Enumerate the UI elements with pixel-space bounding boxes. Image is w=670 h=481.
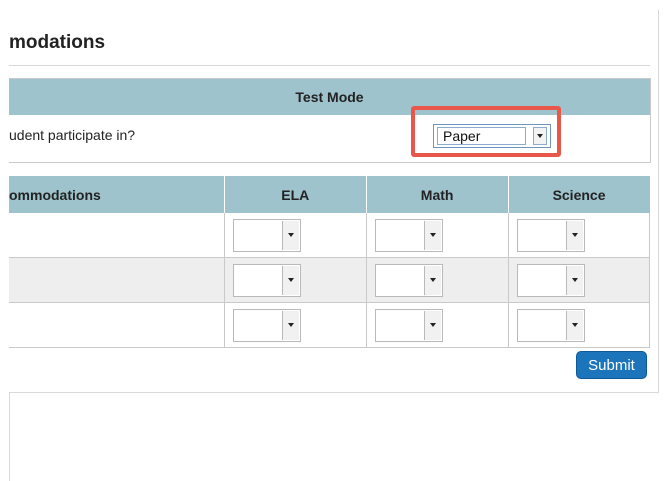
column-header-accommodations: ommodations <box>9 176 225 213</box>
ela-select[interactable] <box>232 218 301 252</box>
accommodations-panel: modations Test Mode udent participate in… <box>9 10 659 393</box>
column-header-science: Science <box>508 176 650 213</box>
science-select[interactable] <box>516 263 585 297</box>
test-mode-select-value: Paper <box>437 127 526 145</box>
ela-select[interactable] <box>232 308 301 342</box>
column-header-math: Math <box>366 176 509 213</box>
column-header-ela: ELA <box>224 176 367 213</box>
submit-button[interactable]: Submit <box>576 351 647 379</box>
row-label <box>9 257 225 303</box>
page-edge <box>9 392 10 481</box>
title-divider <box>9 65 650 66</box>
table-row <box>9 257 651 303</box>
test-mode-select[interactable]: Paper <box>433 124 551 148</box>
chevron-down-icon[interactable] <box>565 220 583 250</box>
accommodations-table: ommodations ELA Math Science <box>9 176 651 348</box>
ela-select[interactable] <box>232 263 301 297</box>
science-select[interactable] <box>516 308 585 342</box>
chevron-down-icon[interactable] <box>423 265 441 295</box>
row-label <box>9 302 225 348</box>
table-row <box>9 302 651 348</box>
chevron-down-icon[interactable] <box>565 310 583 340</box>
science-select[interactable] <box>516 218 585 252</box>
chevron-down-icon[interactable] <box>423 220 441 250</box>
chevron-down-icon[interactable] <box>565 265 583 295</box>
chevron-down-icon[interactable] <box>533 127 547 145</box>
panel-title: modations <box>9 32 106 53</box>
table-row <box>9 213 651 258</box>
chevron-down-icon[interactable] <box>281 310 299 340</box>
row-label <box>9 213 225 258</box>
chevron-down-icon[interactable] <box>281 220 299 250</box>
test-mode-question: udent participate in? <box>9 127 136 143</box>
math-select[interactable] <box>374 218 443 252</box>
math-select[interactable] <box>374 308 443 342</box>
test-mode-section: Test Mode udent participate in? Paper <box>9 78 651 163</box>
table-header-row: ommodations ELA Math Science <box>9 176 650 213</box>
math-select[interactable] <box>374 263 443 297</box>
chevron-down-icon[interactable] <box>281 265 299 295</box>
chevron-down-icon[interactable] <box>423 310 441 340</box>
